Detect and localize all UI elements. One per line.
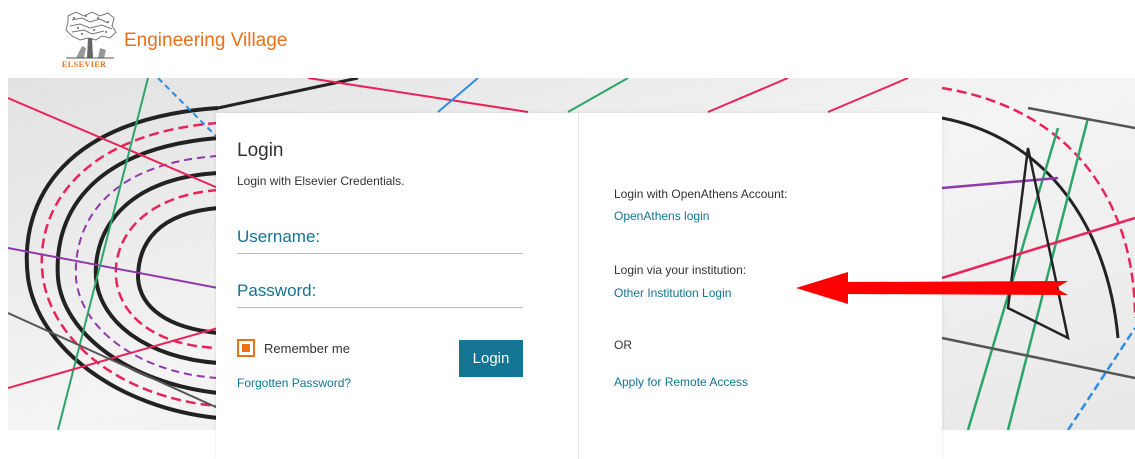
username-input[interactable] xyxy=(237,225,527,255)
logo-wordmark: ELSEVIER xyxy=(62,60,107,69)
red-arrow-icon xyxy=(796,272,1068,304)
password-field[interactable]: Password: xyxy=(237,279,527,309)
remember-me-checkbox[interactable] xyxy=(237,339,255,357)
openathens-login-link[interactable]: OpenAthens login xyxy=(614,209,709,223)
institution-text: Login via your institution: xyxy=(614,263,747,277)
checkbox-check-icon xyxy=(242,344,250,352)
other-institution-login-link[interactable]: Other Institution Login xyxy=(614,286,731,300)
elsevier-logo-icon[interactable]: ELSEVIER xyxy=(62,10,118,72)
header: ELSEVIER Engineering Village xyxy=(0,0,1135,78)
password-input[interactable] xyxy=(237,279,527,309)
login-subtitle: Login with Elsevier Credentials. xyxy=(237,174,405,188)
forgotten-password-link[interactable]: Forgotten Password? xyxy=(237,376,351,390)
apply-remote-access-link[interactable]: Apply for Remote Access xyxy=(614,375,748,389)
brand-title[interactable]: Engineering Village xyxy=(124,30,287,52)
openathens-text: Login with OpenAthens Account: xyxy=(614,187,788,201)
remember-me-label[interactable]: Remember me xyxy=(264,341,350,356)
or-separator: OR xyxy=(614,338,632,352)
card-divider xyxy=(578,113,579,459)
login-button[interactable]: Login xyxy=(459,340,523,377)
username-field[interactable]: Username: xyxy=(237,225,527,255)
login-title: Login xyxy=(237,140,284,161)
